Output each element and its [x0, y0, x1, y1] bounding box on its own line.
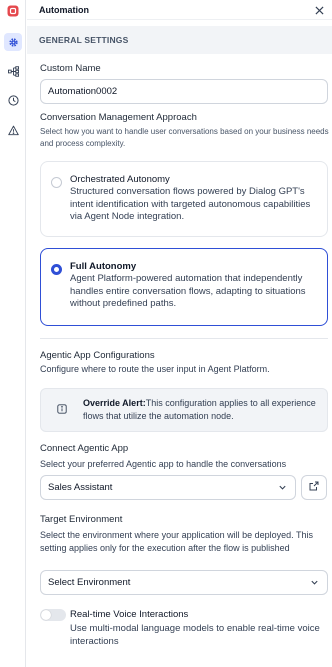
option-desc: Structured conversation flows powered by…: [70, 186, 311, 222]
alert-title: Override Alert:: [83, 398, 146, 408]
flow-icon[interactable]: [4, 62, 22, 80]
divider: [40, 338, 328, 339]
panel-header: Automation: [27, 0, 332, 20]
chevron-down-icon: [278, 483, 287, 495]
target-env-help: Select the environment where your applic…: [40, 530, 313, 553]
section-header: GENERAL SETTINGS: [27, 26, 332, 54]
settings-panel: Automation GENERAL SETTINGS Custom Name …: [27, 0, 332, 667]
option-desc: Agent Platform-powered automation that i…: [70, 273, 306, 309]
override-alert: Override Alert:This configuration applie…: [40, 388, 328, 432]
agentic-config-label: Agentic App Configurations: [40, 350, 155, 361]
info-icon: [57, 404, 67, 414]
warning-icon[interactable]: [4, 121, 22, 139]
custom-name-label: Custom Name: [40, 63, 101, 74]
gear-icon[interactable]: [4, 33, 22, 51]
agentic-app-value: Sales Assistant: [48, 482, 113, 493]
connect-app-label: Connect Agentic App: [40, 443, 129, 454]
connect-app-help: Select your preferred Agentic app to han…: [40, 459, 287, 469]
environment-select[interactable]: Select Environment: [40, 570, 328, 595]
chevron-down-icon: [310, 578, 319, 590]
voice-label: Real-time Voice Interactions: [70, 609, 189, 620]
radio-orchestrated[interactable]: [51, 177, 62, 188]
open-app-button[interactable]: [301, 475, 327, 500]
section-title: GENERAL SETTINGS: [39, 35, 129, 45]
option-title: Orchestrated Autonomy: [70, 174, 170, 185]
approach-help: Select how you want to handle user conve…: [40, 127, 329, 148]
approach-label: Conversation Management Approach: [40, 112, 197, 123]
icon-rail: [0, 0, 26, 667]
panel-title: Automation: [39, 4, 89, 15]
agentic-config-help: Configure where to route the user input …: [40, 364, 270, 374]
voice-toggle[interactable]: [40, 609, 66, 621]
logo-icon[interactable]: [4, 2, 22, 20]
external-link-icon: [309, 481, 319, 494]
option-orchestrated-autonomy[interactable]: Orchestrated Autonomy Structured convers…: [40, 161, 328, 237]
close-icon[interactable]: [312, 3, 326, 17]
option-full-autonomy[interactable]: Full Autonomy Agent Platform-powered aut…: [40, 248, 328, 326]
voice-desc: Use multi-modal language models to enabl…: [70, 623, 320, 647]
radio-full-autonomy[interactable]: [51, 264, 62, 275]
clock-icon[interactable]: [4, 91, 22, 109]
alert-text: Override Alert:This configuration applie…: [83, 397, 323, 423]
custom-name-value: Automation0002: [48, 86, 118, 97]
environment-placeholder: Select Environment: [48, 577, 131, 588]
custom-name-input[interactable]: Automation0002: [40, 79, 328, 104]
agentic-app-select[interactable]: Sales Assistant: [40, 475, 296, 500]
target-env-label: Target Environment: [40, 514, 123, 525]
toggle-knob: [41, 610, 51, 620]
option-title: Full Autonomy: [70, 261, 137, 272]
